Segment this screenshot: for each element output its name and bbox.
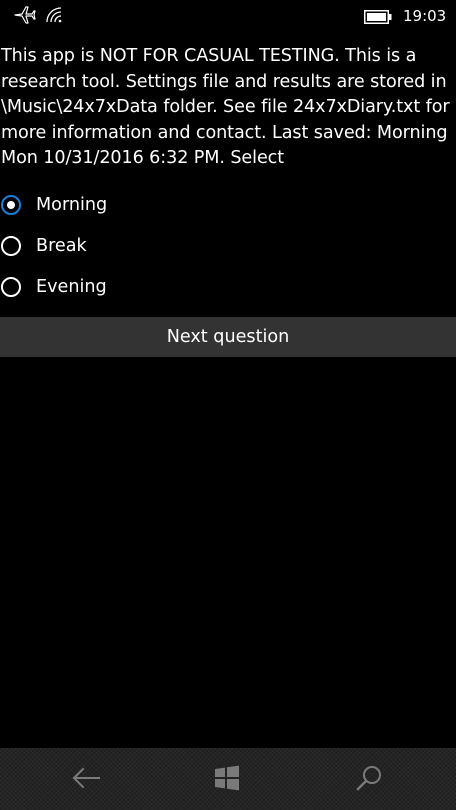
status-clock: 19:03 — [403, 7, 447, 25]
radio-option-morning[interactable]: Morning — [0, 184, 456, 225]
app-screen: 19:03 This app is NOT FOR CASUAL TESTING… — [0, 0, 456, 810]
radio-button[interactable] — [1, 276, 21, 297]
radio-label-evening: Evening — [36, 276, 107, 297]
next-question-button[interactable]: Next question — [0, 317, 456, 357]
radio-label-break: Break — [36, 235, 87, 256]
search-icon — [355, 764, 383, 796]
radio-button[interactable] — [1, 235, 21, 256]
radio-label-morning: Morning — [36, 194, 108, 215]
intro-text: This app is NOT FOR CASUAL TESTING. This… — [1, 46, 450, 169]
back-button[interactable] — [68, 762, 104, 798]
status-bar: 19:03 — [0, 0, 456, 32]
battery-icon — [364, 9, 392, 28]
windows-logo-icon — [214, 765, 240, 795]
start-button[interactable] — [209, 762, 245, 798]
wifi-icon — [45, 6, 65, 28]
back-arrow-icon — [71, 766, 101, 794]
session-radio-group: Morning Break Evening — [0, 184, 456, 307]
navigation-bar — [0, 748, 456, 810]
search-button[interactable] — [351, 762, 387, 798]
radio-button-selected[interactable] — [1, 194, 21, 215]
airplane-icon — [14, 5, 36, 29]
radio-dot — [7, 200, 15, 209]
radio-option-evening[interactable]: Evening — [0, 266, 456, 307]
radio-option-break[interactable]: Break — [0, 225, 456, 266]
